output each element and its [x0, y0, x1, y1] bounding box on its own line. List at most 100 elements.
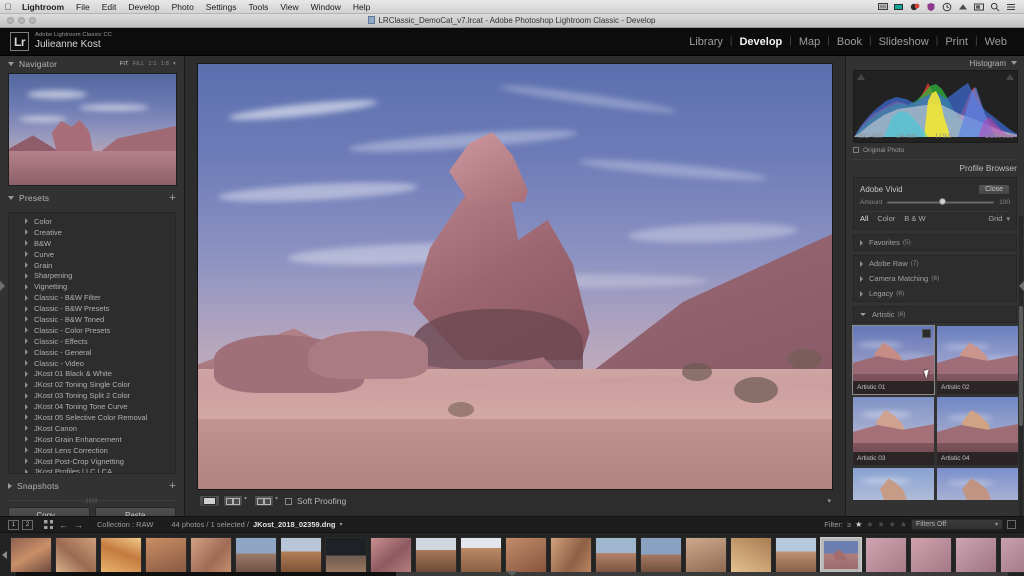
screen-2-button[interactable]: 2: [22, 519, 33, 530]
preset-group[interactable]: Classic - Video: [9, 358, 175, 369]
original-photo-row[interactable]: Original Photo: [853, 143, 1017, 157]
chevron-right-icon[interactable]: [25, 262, 28, 268]
filter-color-button[interactable]: Color: [877, 214, 904, 223]
filmstrip-thumbnail-selected[interactable]: [820, 536, 862, 573]
search-icon[interactable]: [990, 2, 1000, 12]
profile-group-artistic-row[interactable]: Artistic (6): [854, 307, 1016, 322]
amount-slider-knob[interactable]: [938, 198, 946, 205]
preset-group[interactable]: JKost 03 Toning Split 2 Color: [9, 390, 175, 401]
filmstrip-thumbnail[interactable]: [595, 536, 637, 573]
profile-group-row[interactable]: Favorites (5): [854, 235, 1016, 250]
menu-lightroom[interactable]: Lightroom: [16, 0, 70, 14]
profile-group-camera-matching[interactable]: Camera Matching (6): [854, 271, 1016, 286]
right-panel-collapse-handle[interactable]: [1019, 281, 1024, 291]
chevron-right-icon[interactable]: [25, 272, 28, 279]
filmstrip-thumbnail[interactable]: [730, 536, 772, 573]
histogram-header[interactable]: Histogram: [853, 56, 1017, 70]
survey-view-group[interactable]: ▾: [254, 495, 283, 507]
chevron-right-icon[interactable]: [860, 275, 863, 282]
filter-all-button[interactable]: All: [860, 214, 877, 223]
filmstrip-thumbnail[interactable]: [280, 536, 322, 573]
filmstrip-thumbnail[interactable]: [910, 536, 952, 573]
zoom-ratio-button[interactable]: 1:8: [161, 61, 169, 67]
identity-plate[interactable]: Lr Adobe Lightroom Classic CC Julieanne …: [0, 32, 112, 51]
menu-view[interactable]: View: [274, 0, 304, 14]
chevron-right-icon[interactable]: [860, 260, 863, 267]
zoom-fit-button[interactable]: FIT: [120, 61, 129, 67]
preset-group[interactable]: Classic - Effects: [9, 336, 175, 347]
filmstrip-collapse-handle[interactable]: [506, 571, 518, 576]
filter-bw-button[interactable]: B & W: [904, 214, 934, 223]
menu-edit[interactable]: Edit: [96, 0, 123, 14]
chevron-right-icon[interactable]: [25, 305, 28, 312]
chevron-right-icon[interactable]: [25, 447, 28, 454]
close-profile-browser-button[interactable]: Close: [978, 183, 1010, 195]
list-icon[interactable]: [1006, 2, 1016, 12]
chevron-right-icon[interactable]: [25, 327, 28, 334]
screen-icon[interactable]: [974, 2, 984, 12]
amount-slider[interactable]: [887, 198, 995, 205]
chevron-right-icon[interactable]: [25, 338, 28, 345]
profile-browser-header[interactable]: Profile Browser: [853, 159, 1017, 175]
chevron-right-icon[interactable]: [25, 436, 28, 443]
profile-thumbnail[interactable]: Artistic 03: [853, 397, 934, 465]
filter-operator[interactable]: ≥: [847, 520, 851, 529]
scrollbar-thumb[interactable]: [1019, 306, 1023, 426]
chevron-right-icon[interactable]: [25, 468, 28, 473]
module-web[interactable]: Web: [978, 36, 1014, 48]
profile-thumbnail[interactable]: Artistic 02: [937, 326, 1018, 394]
preset-group[interactable]: JKost Post-Crop Vignetting: [9, 456, 175, 467]
preset-group[interactable]: Classic - B&W Filter: [9, 292, 175, 303]
preset-group[interactable]: JKost 01 Black & White: [9, 368, 175, 379]
right-panel-scrollbar[interactable]: [1019, 216, 1023, 516]
filmstrip-thumbnail[interactable]: [55, 536, 97, 573]
menu-file[interactable]: File: [70, 0, 96, 14]
profile-thumbnail[interactable]: [853, 468, 934, 500]
chevron-right-icon[interactable]: [25, 403, 28, 410]
view-chevron-icon[interactable]: ▾: [1006, 215, 1010, 223]
chevron-right-icon[interactable]: [25, 251, 28, 258]
add-preset-button[interactable]: +: [169, 193, 176, 204]
chevron-down-icon[interactable]: [1011, 61, 1017, 65]
star-rating-4[interactable]: ★: [889, 520, 896, 529]
preset-group[interactable]: Classic - Color Presets: [9, 325, 175, 336]
preset-group[interactable]: Classic - General: [9, 347, 175, 358]
display-icon[interactable]: [878, 2, 888, 12]
survey-view-chevron-icon[interactable]: ▾: [275, 495, 278, 507]
amount-value[interactable]: 100: [999, 199, 1010, 206]
menu-window[interactable]: Window: [305, 0, 347, 14]
filter-preset-dropdown[interactable]: Filters Off ▾: [911, 519, 1003, 530]
filmstrip-thumbnail[interactable]: [190, 536, 232, 573]
chevron-right-icon[interactable]: [25, 381, 28, 388]
chevron-right-icon[interactable]: [25, 414, 28, 421]
star-rating-3[interactable]: ★: [877, 520, 884, 529]
chevron-right-icon[interactable]: [25, 240, 28, 247]
current-filename[interactable]: JKost_2018_02359.dng: [253, 520, 336, 529]
chevron-down-icon[interactable]: [8, 62, 14, 66]
add-snapshot-button[interactable]: +: [169, 481, 176, 492]
filmstrip-thumbnail[interactable]: [325, 536, 367, 573]
histogram-graph[interactable]: ISO 400 24 mm f / 9.0 1/250 sec: [853, 70, 1018, 143]
menu-help[interactable]: Help: [347, 0, 376, 14]
time-machine-icon[interactable]: [942, 2, 952, 12]
profile-thumbnail[interactable]: [937, 468, 1018, 500]
chevron-down-icon[interactable]: [8, 196, 14, 200]
favorite-profile-icon[interactable]: [922, 329, 931, 338]
snapshots-header[interactable]: Snapshots +: [8, 478, 176, 494]
preset-group[interactable]: JKost 05 Selective Color Removal: [9, 412, 175, 423]
chevron-right-icon[interactable]: [25, 360, 28, 367]
preset-group[interactable]: Classic - B&W Presets: [9, 303, 175, 314]
filmstrip-thumbnail[interactable]: [640, 536, 682, 573]
filmstrip-thumbnail[interactable]: [955, 536, 997, 573]
zoom-fill-button[interactable]: FILL: [133, 61, 145, 67]
module-library[interactable]: Library: [682, 36, 730, 48]
chevron-right-icon[interactable]: [860, 290, 863, 297]
filmstrip-thumbnail[interactable]: [1000, 536, 1024, 573]
chevron-right-icon[interactable]: [25, 458, 28, 465]
chevron-right-icon[interactable]: [25, 218, 28, 225]
left-panel-collapse-handle[interactable]: [0, 281, 5, 291]
filmstrip-thumbnail[interactable]: [685, 536, 727, 573]
filmstrip-thumbnail[interactable]: [505, 536, 547, 573]
chevron-down-icon[interactable]: ▾: [995, 521, 998, 528]
chevron-right-icon[interactable]: [860, 239, 863, 246]
